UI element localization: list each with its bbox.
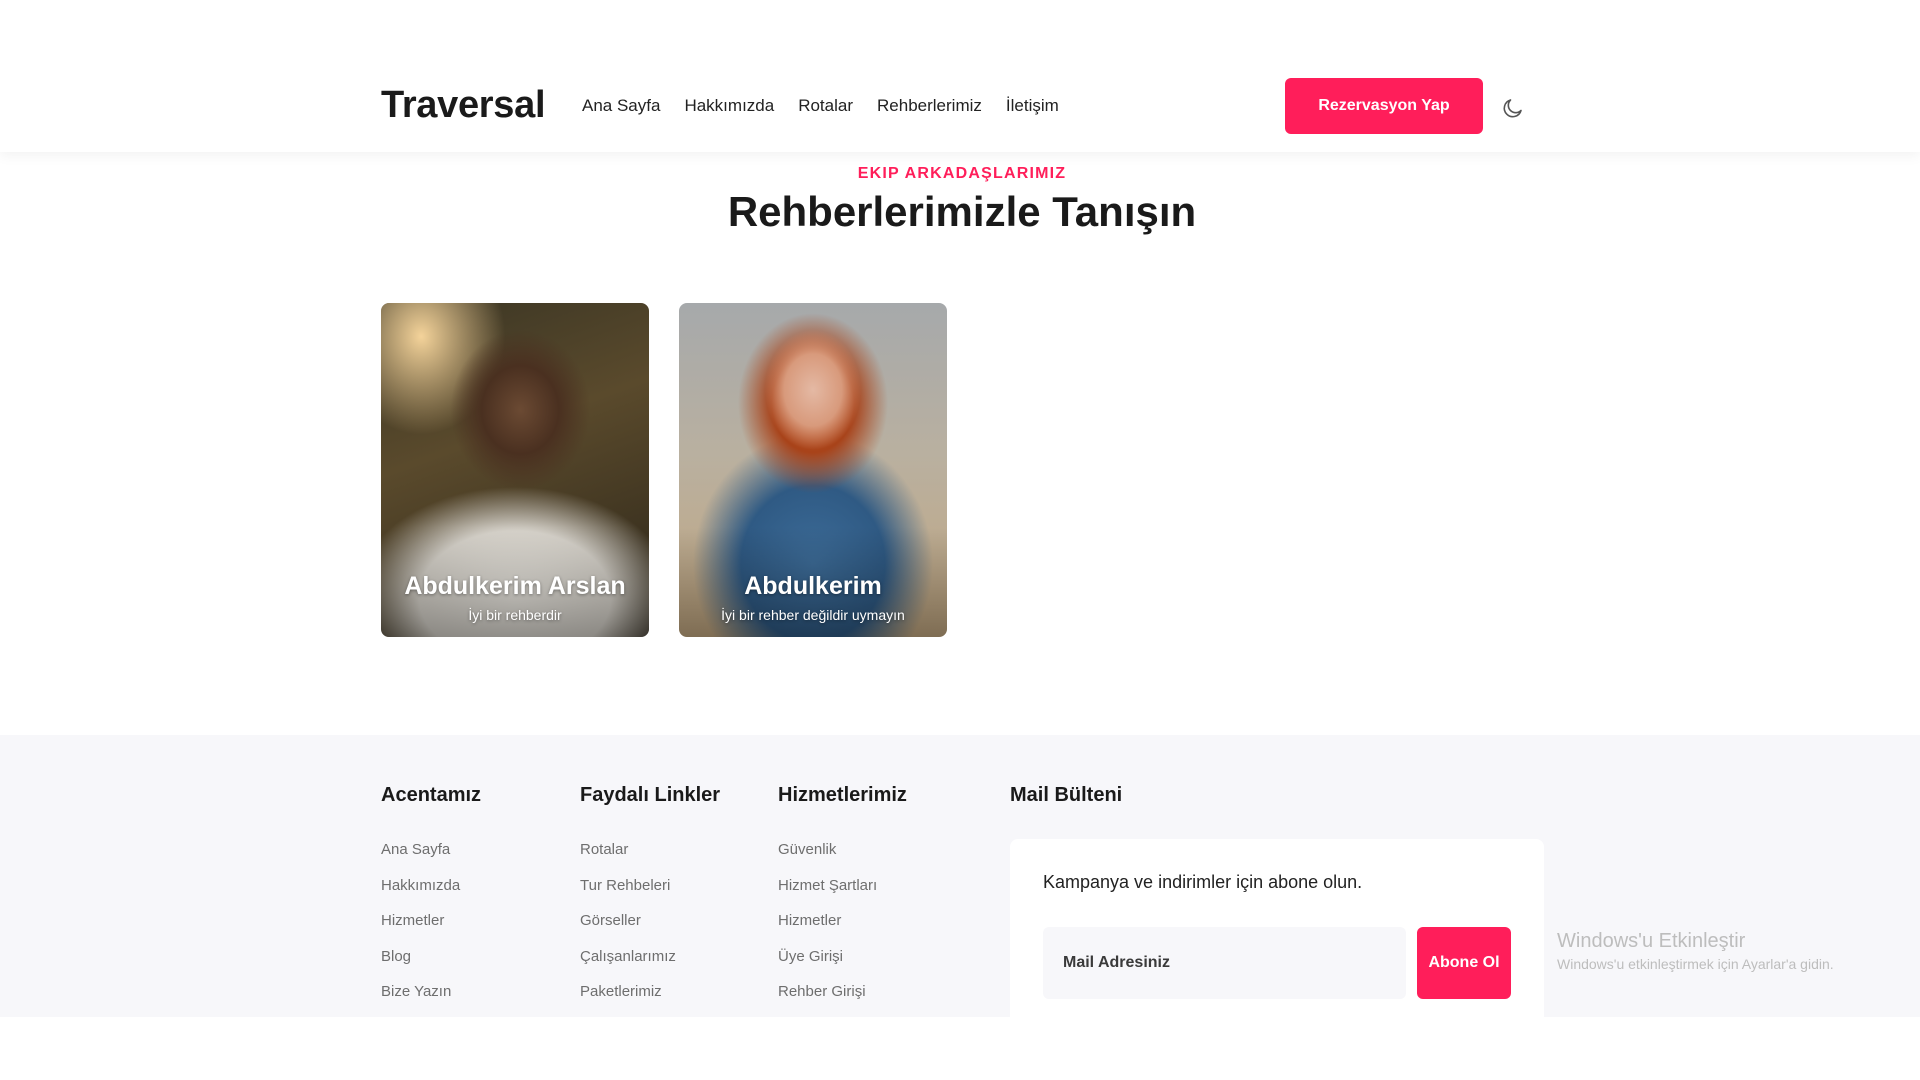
footer-link[interactable]: Hakkımızda	[381, 877, 460, 913]
nav-link-rotalar[interactable]: Rotalar	[798, 96, 853, 116]
footer-link[interactable]: Üye Girişi	[778, 948, 877, 984]
footer-link[interactable]: Bize Yazın	[381, 983, 460, 1019]
footer-link[interactable]: Rehber Girişi	[778, 983, 877, 1019]
footer-link[interactable]: Hizmet Şartları	[778, 877, 877, 913]
nav-link-iletisim[interactable]: İletişim	[1006, 96, 1059, 116]
footer-column-title: Acentamız	[381, 784, 482, 806]
newsletter-text: Kampanya ve indirimler için abone olun.	[1043, 872, 1363, 892]
site-footer: Acentamız Ana Sayfa Hakkımızda Hizmetler…	[0, 735, 1920, 1017]
main-nav: Ana Sayfa Hakkımızda Rotalar Rehberlerim…	[582, 96, 1083, 116]
site-header: Traversal Ana Sayfa Hakkımızda Rotalar R…	[0, 0, 1920, 152]
footer-link[interactable]: Güvenlik	[778, 841, 877, 877]
windows-activation-subtitle: Windows'u etkinleştirmek için Ayarlar'a …	[1557, 956, 1834, 972]
footer-link[interactable]: Çalışanlarımız	[580, 948, 676, 984]
footer-link[interactable]: Görseller	[580, 912, 676, 948]
footer-column-title: Faydalı Linkler	[580, 784, 721, 806]
guide-name: Abdulkerim	[744, 572, 882, 600]
footer-link[interactable]: Paketlerimiz	[580, 983, 676, 1019]
footer-column-title: Hizmetlerimiz	[778, 784, 907, 806]
newsletter-title: Mail Bülteni	[1010, 784, 1123, 806]
footer-link[interactable]: Hizmetler	[778, 912, 877, 948]
site-logo[interactable]: Traversal	[381, 84, 546, 127]
footer-link[interactable]: Blog	[381, 948, 460, 984]
section-eyebrow: EKIP ARKADAŞLARIMIZ	[857, 165, 1067, 182]
page: Traversal Ana Sayfa Hakkımızda Rotalar R…	[0, 0, 1920, 1080]
footer-link[interactable]: Rotalar	[580, 841, 676, 877]
guide-card[interactable]: Abdulkerim Arslan İyi bir rehberdir	[381, 303, 649, 637]
footer-link-list: Ana Sayfa Hakkımızda Hizmetler Blog Bize…	[381, 841, 460, 1019]
footer-link[interactable]: Hizmetler	[381, 912, 460, 948]
footer-link-list: Rotalar Tur Rehbeleri Görseller Çalışanl…	[580, 841, 676, 1019]
nav-link-rehberlerimiz[interactable]: Rehberlerimiz	[877, 96, 982, 116]
windows-activation-title: Windows'u Etkinleştir	[1557, 930, 1746, 952]
newsletter-box: Kampanya ve indirimler için abone olun. …	[1010, 839, 1544, 1017]
footer-link[interactable]: Tur Rehbeleri	[580, 877, 676, 913]
nav-link-hakkimizda[interactable]: Hakkımızda	[684, 96, 774, 116]
nav-link-ana-sayfa[interactable]: Ana Sayfa	[582, 96, 660, 116]
reservation-button[interactable]: Rezervasyon Yap	[1285, 78, 1483, 134]
guide-description: İyi bir rehberdir	[468, 607, 562, 623]
footer-link-list: Güvenlik Hizmet Şartları Hizmetler Üye G…	[778, 841, 877, 1019]
footer-link[interactable]: Ana Sayfa	[381, 841, 460, 877]
section-title: Rehberlerimizle Tanışın	[727, 188, 1197, 235]
subscribe-button[interactable]: Abone Ol	[1417, 927, 1511, 999]
guide-description: İyi bir rehber değildir uymayın	[721, 607, 905, 623]
email-field[interactable]	[1043, 927, 1406, 999]
moon-icon[interactable]	[1500, 95, 1526, 121]
guide-card[interactable]: Abdulkerim İyi bir rehber değildir uymay…	[679, 303, 947, 637]
guide-name: Abdulkerim Arslan	[404, 572, 626, 600]
